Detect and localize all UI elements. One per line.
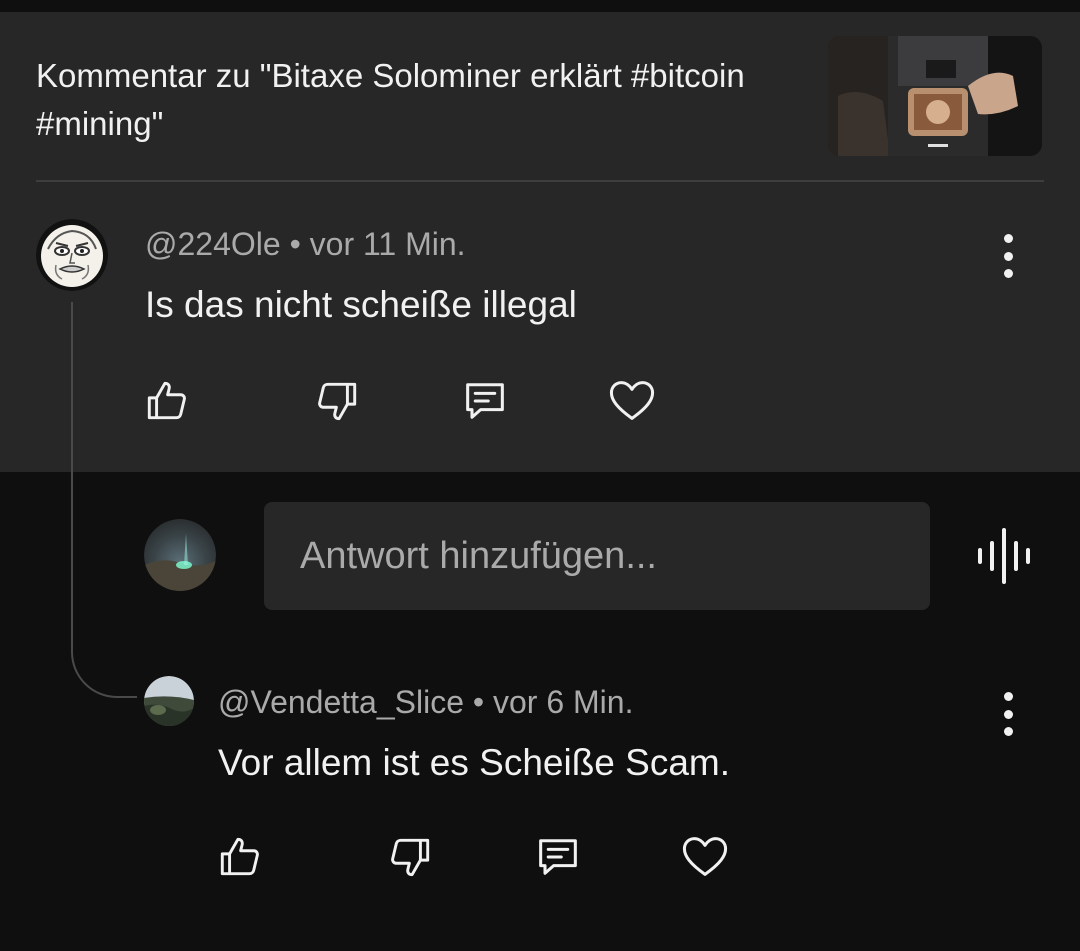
reply-like-button[interactable]	[213, 830, 267, 884]
meta-separator: •	[463, 684, 493, 720]
reply-button[interactable]	[458, 374, 512, 428]
comment-context-title: Kommentar zu "Bitaxe Solominer erklärt #…	[36, 57, 745, 142]
thumbs-up-icon	[220, 837, 259, 876]
reply-dislike-button[interactable]	[383, 830, 437, 884]
reply-text: Vor allem ist es Scheiße Scam.	[218, 742, 731, 783]
current-user-avatar	[144, 519, 216, 591]
thumbs-down-icon	[391, 838, 430, 877]
status-bar-strip	[0, 0, 1080, 12]
dislike-button[interactable]	[310, 374, 364, 428]
more-vert-icon[interactable]	[996, 234, 1020, 278]
more-vert-icon[interactable]	[996, 692, 1020, 736]
thumbs-down-icon	[318, 382, 357, 421]
heart-button[interactable]	[605, 374, 659, 428]
reply-input[interactable]	[264, 502, 930, 610]
comment-icon	[466, 383, 504, 419]
thumbs-up-icon	[147, 381, 186, 420]
meta-separator: •	[280, 226, 310, 262]
header-divider	[36, 180, 1044, 182]
comment-author[interactable]: @224Ole	[145, 226, 281, 262]
commenter-avatar[interactable]	[36, 219, 108, 291]
reply-author-avatar[interactable]	[144, 676, 194, 726]
reply-author[interactable]: @Vendetta_Slice	[218, 684, 464, 720]
comment-icon	[539, 839, 577, 875]
like-button[interactable]	[140, 374, 194, 428]
heart-icon	[609, 381, 655, 420]
comment-time: vor 11 Min.	[309, 226, 466, 262]
comment-text: Is das nicht scheiße illegal	[145, 284, 577, 325]
reply-heart-button[interactable]	[678, 830, 732, 884]
comment-meta: @224Ole • vor 11 Min.	[145, 226, 466, 263]
reply-time: vor 6 Min.	[492, 684, 634, 720]
voice-search-icon	[978, 528, 1030, 584]
voice-search-button[interactable]	[975, 526, 1033, 586]
reply-reply-button[interactable]	[531, 830, 585, 884]
thread-connector-line	[71, 302, 137, 698]
heart-icon	[682, 837, 728, 876]
video-thumbnail[interactable]	[828, 36, 1042, 156]
reply-meta: @Vendetta_Slice • vor 6 Min.	[218, 684, 633, 721]
